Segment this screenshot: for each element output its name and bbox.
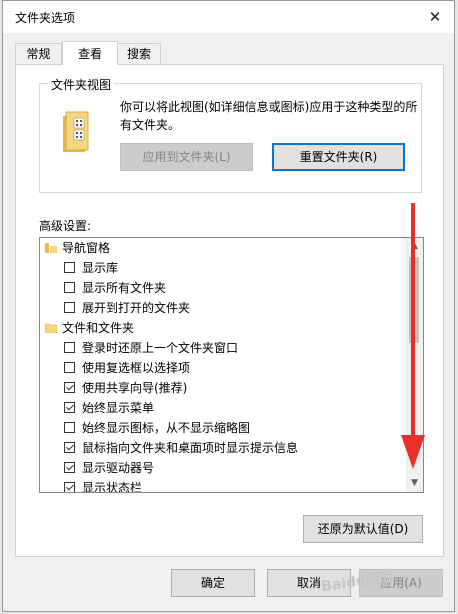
list-item-show-status-bar[interactable]: 显示状态栏 xyxy=(40,478,406,492)
advanced-settings-label: 高级设置: xyxy=(39,219,92,233)
checkbox-label: 使用共享向导(推荐) xyxy=(82,381,188,395)
checkbox[interactable] xyxy=(64,362,75,373)
advanced-settings-rows: 导航窗格 显示库 显示所有文件夹 展开到打开的文件夹 文件和文件夹 登录时还原上… xyxy=(40,238,406,492)
list-item-show-tooltips[interactable]: 鼠标指向文件夹和桌面项时显示提示信息 xyxy=(40,438,406,458)
list-item-expand-to-open-folder[interactable]: 展开到打开的文件夹 xyxy=(40,298,406,318)
view-tab-panel: 文件夹视图 你可以将此视图(如详细信息或图标)应用于这种类型的所有文件夹。 应用… xyxy=(15,64,444,557)
list-item-restore-windows[interactable]: 登录时还原上一个文件夹窗口 xyxy=(40,338,406,358)
list-item-show-libraries[interactable]: 显示库 xyxy=(40,258,406,278)
checkbox[interactable] xyxy=(64,342,75,353)
list-item-show-drive-letters[interactable]: 显示驱动器号 xyxy=(40,458,406,478)
close-button[interactable]: ✕ xyxy=(422,4,448,30)
tab-general[interactable]: 常规 xyxy=(15,43,62,64)
list-item-sharing-wizard[interactable]: 使用共享向导(推荐) xyxy=(40,378,406,398)
apply-to-folders-button[interactable]: 应用到文件夹(L) xyxy=(120,143,253,171)
checkbox[interactable] xyxy=(64,422,75,433)
checkbox[interactable] xyxy=(64,302,75,313)
list-item-show-all-folders[interactable]: 显示所有文件夹 xyxy=(40,278,406,298)
checkbox-label: 显示驱动器号 xyxy=(82,461,155,475)
checkbox[interactable] xyxy=(64,282,75,293)
checkbox-label: 使用复选框以选择项 xyxy=(82,361,191,375)
reset-folders-button[interactable]: 重置文件夹(R) xyxy=(272,143,405,171)
folder-views-group: 文件夹视图 你可以将此视图(如详细信息或图标)应用于这种类型的所有文件夹。 应用… xyxy=(39,76,422,193)
list-item-files-and-folders: 文件和文件夹 xyxy=(40,318,406,338)
checkbox[interactable] xyxy=(64,262,75,273)
category-label: 导航窗格 xyxy=(62,241,111,255)
category-label: 文件和文件夹 xyxy=(62,321,135,335)
tab-search[interactable]: 搜索 xyxy=(117,43,161,64)
list-item-always-show-menus[interactable]: 始终显示菜单 xyxy=(40,398,406,418)
folder-icon xyxy=(45,323,57,333)
checkbox[interactable] xyxy=(64,442,75,453)
tab-view[interactable]: 查看 xyxy=(62,41,118,65)
list-item-navigation-pane: 导航窗格 xyxy=(40,238,406,258)
folder-views-description: 你可以将此视图(如详细信息或图标)应用于这种类型的所有文件夹。 xyxy=(120,100,418,132)
folder-options-dialog: 文件夹选项 ✕ 常规 查看 搜索 文件夹视图 你可以将此视图(如详细信息或图标) xyxy=(2,0,455,612)
list-item-always-show-icons[interactable]: 始终显示图标，从不显示缩略图 xyxy=(40,418,406,438)
title-bar: 文件夹选项 ✕ xyxy=(3,1,454,33)
checkbox-label: 鼠标指向文件夹和桌面项时显示提示信息 xyxy=(82,441,299,455)
window-title: 文件夹选项 xyxy=(15,11,76,25)
list-item-use-checkboxes[interactable]: 使用复选框以选择项 xyxy=(40,358,406,378)
checkbox[interactable] xyxy=(64,462,75,473)
checkbox-label: 显示所有文件夹 xyxy=(82,281,167,295)
checkbox-label: 显示状态栏 xyxy=(82,481,143,492)
checkbox[interactable] xyxy=(64,382,75,393)
folder-views-legend: 文件夹视图 xyxy=(48,76,115,93)
navigation-pane-icon xyxy=(45,243,57,253)
checkbox-label: 登录时还原上一个文件夹窗口 xyxy=(82,341,239,355)
advanced-settings-list: 导航窗格 显示库 显示所有文件夹 展开到打开的文件夹 文件和文件夹 登录时还原上… xyxy=(39,237,424,493)
folder-view-icon xyxy=(63,111,89,152)
checkbox[interactable] xyxy=(64,402,75,413)
restore-defaults-button[interactable]: 还原为默认值(D) xyxy=(303,515,423,543)
checkbox[interactable] xyxy=(64,482,75,492)
checkbox-label: 始终显示菜单 xyxy=(82,401,155,415)
checkbox-label: 始终显示图标，从不显示缩略图 xyxy=(82,421,251,435)
checkbox-label: 显示库 xyxy=(82,261,119,275)
annotation-arrow-icon xyxy=(401,203,425,469)
ok-button[interactable]: 确定 xyxy=(171,569,255,597)
scroll-down-icon[interactable]: ▼ xyxy=(406,475,423,492)
checkbox-label: 展开到打开的文件夹 xyxy=(82,301,191,315)
